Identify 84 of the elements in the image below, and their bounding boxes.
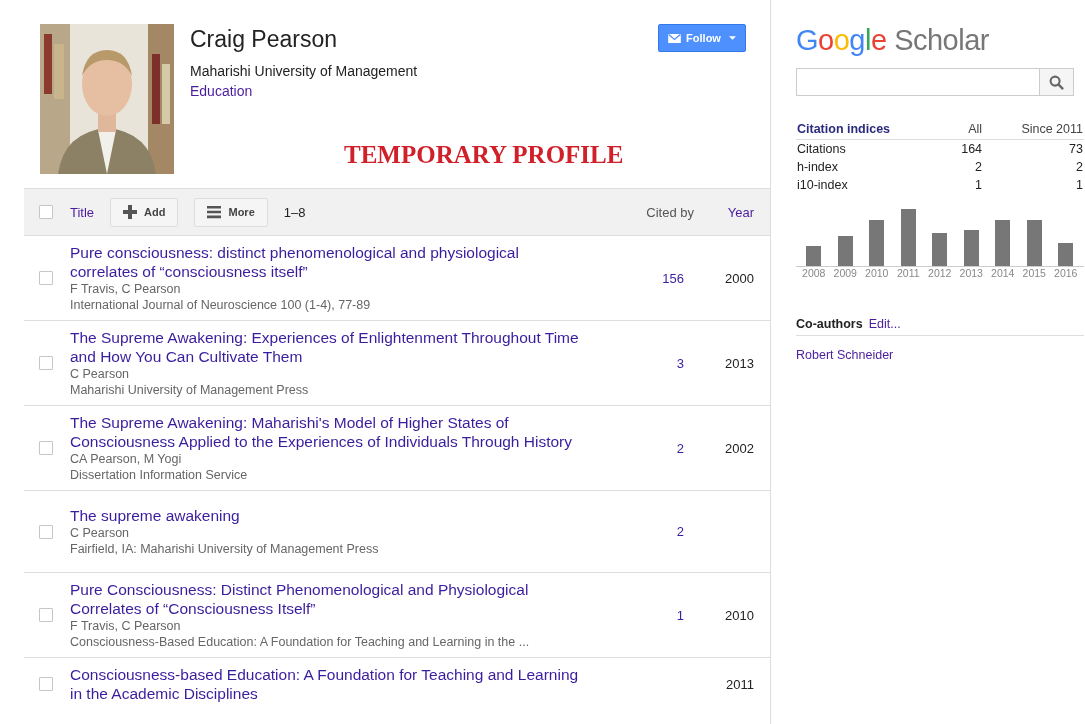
search-button[interactable] — [1040, 68, 1074, 96]
index-label: Citations — [797, 142, 846, 156]
citation-bar — [806, 246, 822, 266]
caret-icon — [728, 36, 736, 40]
year-text: 2002 — [725, 440, 754, 456]
affiliation: Maharishi University of Management — [190, 63, 419, 79]
article-title-link[interactable]: The Supreme Awakening: Maharishi's Model of Higher States of Consciousness Applied to the Experiences of Individuals Through History — [70, 413, 590, 451]
venue-text: Fairfield, IA: Maharishi University of Management Press — [70, 541, 380, 557]
year-label: 2009 — [832, 267, 858, 279]
year-text: 2013 — [725, 355, 754, 371]
range-text: 1–8 — [283, 204, 306, 220]
venue-text: Consciousness-Based Education: A Foundation for Teaching and Learning in the ... — [70, 634, 531, 650]
citation-bar — [1026, 220, 1042, 266]
index-value: 1 — [975, 178, 983, 192]
checkbox[interactable] — [39, 271, 53, 285]
article-title-link[interactable]: Pure Consciousness: Distinct Phenomenological and Physiological Correlates of “Consciousness Itself” — [70, 580, 590, 618]
venue-text: Dissertation Information Service — [70, 467, 249, 483]
year-label: 2008 — [801, 267, 827, 279]
index-value: 164 — [961, 142, 983, 156]
year-label: 2010 — [864, 267, 890, 279]
title-sort-link[interactable]: Title — [70, 204, 95, 220]
authors-text: F Travis, C Pearson — [70, 281, 182, 297]
year-text: 2011 — [726, 676, 754, 692]
venue-text: International Journal of Neuroscience 100 (1-4), 77-89 — [70, 297, 372, 313]
year-sort-link[interactable]: Year — [694, 204, 754, 220]
interest-link[interactable]: Education — [190, 83, 253, 99]
authors-text: C Pearson — [70, 525, 131, 541]
citation-bar — [900, 209, 916, 266]
index-label: h-index — [797, 160, 838, 174]
year-label: 2011 — [895, 267, 921, 279]
checkbox[interactable] — [39, 356, 53, 370]
year-text: 2010 — [725, 607, 754, 623]
cited-by-link[interactable]: 156 — [662, 270, 684, 286]
citation-bar — [869, 220, 885, 266]
citation-indices-heading: Citation indices — [797, 122, 891, 136]
checkbox[interactable] — [39, 677, 53, 691]
article-title-link[interactable]: Pure consciousness: distinct phenomenological and physiological correlates of “consciousness itself” — [70, 243, 590, 281]
citation-bar — [963, 230, 979, 266]
year-label: 2012 — [927, 267, 953, 279]
citation-bar — [932, 233, 948, 266]
menu-icon — [207, 205, 222, 219]
banner-text: TEMPORARY PROFILE — [344, 141, 625, 169]
coauthor-link[interactable]: Robert Schneider — [796, 348, 1084, 362]
plus-icon — [123, 205, 138, 219]
scholar-logo[interactable]: Google Scholar — [796, 24, 1084, 60]
citation-bar — [995, 220, 1011, 266]
citation-bar — [1058, 243, 1074, 266]
search-icon — [1049, 74, 1064, 90]
authors-text: CA Pearson, M Yogi — [70, 451, 183, 467]
search-field[interactable] — [796, 68, 1040, 96]
coauthors-heading: Co-authors — [796, 317, 863, 331]
index-value: 2 — [1076, 160, 1083, 174]
checkbox[interactable] — [39, 608, 53, 622]
checkbox[interactable] — [39, 524, 53, 539]
year-label: 2016 — [1053, 267, 1079, 279]
cited-by-link[interactable]: 2 — [676, 524, 684, 539]
citation-bar — [837, 236, 853, 266]
authors-text: F Travis, C Pearson — [70, 618, 182, 634]
edit-link[interactable]: Edit... — [868, 317, 901, 331]
year-label: 2013 — [958, 267, 984, 279]
checkbox[interactable] — [39, 441, 53, 455]
column-heading: Since 2011 — [1021, 122, 1083, 136]
more-button[interactable]: More — [194, 197, 268, 227]
venue-text: Maharishi University of Management Press — [70, 382, 310, 398]
profile-name: Craig Pearson — [190, 26, 339, 53]
cited-by-link[interactable]: 1 — [676, 607, 684, 623]
column-heading: All — [968, 122, 983, 136]
checkbox[interactable] — [39, 205, 53, 219]
year-label: 2015 — [1021, 267, 1047, 279]
index-value: 2 — [975, 160, 983, 174]
authors-text: C Pearson — [70, 366, 131, 382]
year-label: 2014 — [990, 267, 1016, 279]
article-title-link[interactable]: Consciousness-based Education: A Foundation for Teaching and Learning in the Academic Disciplines — [70, 665, 590, 703]
cited-by-header: Cited by — [646, 204, 694, 220]
cited-by-link[interactable]: 3 — [676, 355, 684, 371]
year-text: 2000 — [725, 270, 754, 286]
add-button[interactable]: Add — [110, 197, 179, 227]
index-value: 1 — [1076, 178, 1083, 192]
article-title-link[interactable]: The Supreme Awakening: Experiences of Enlightenment Throughout Time and How You Can Cultivate Them — [70, 328, 590, 366]
mail-icon — [668, 33, 682, 43]
index-label: i10-index — [797, 178, 848, 192]
cited-by-link[interactable]: 2 — [676, 440, 684, 456]
index-value: 73 — [1069, 142, 1083, 156]
article-title-link[interactable]: The supreme awakening — [70, 506, 590, 525]
